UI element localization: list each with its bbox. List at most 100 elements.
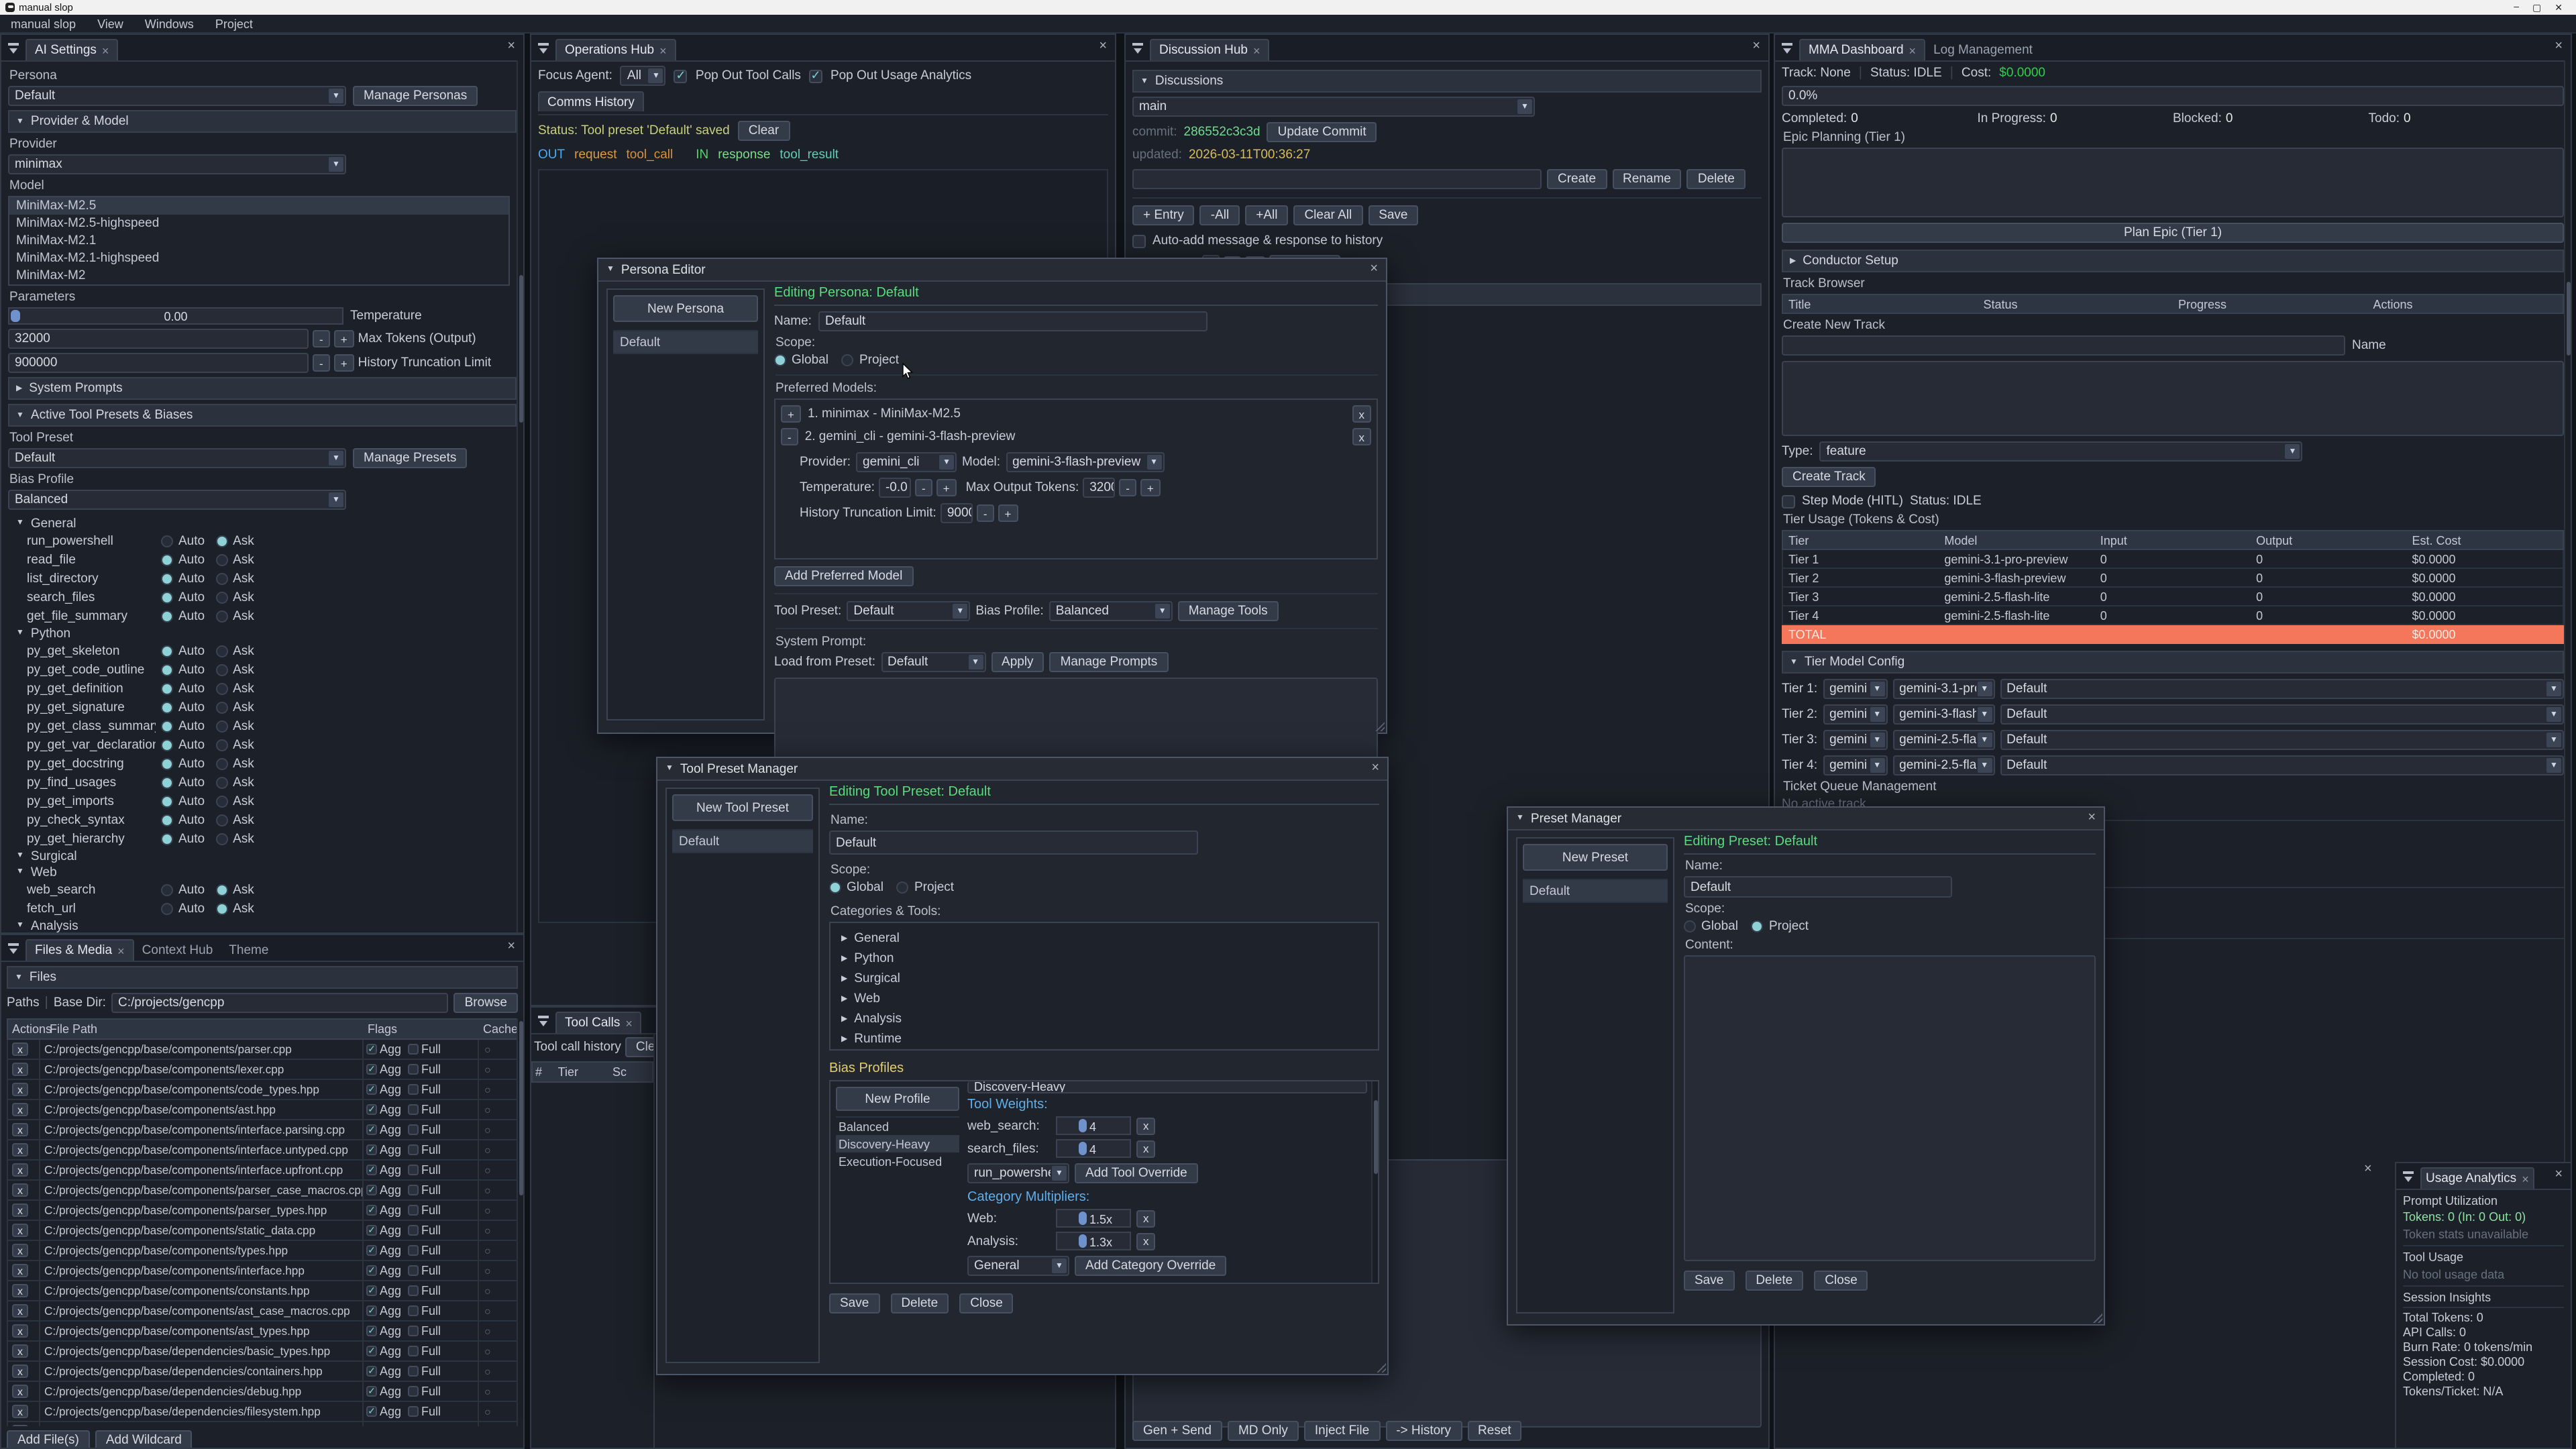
tab-theme[interactable]: Theme <box>221 941 276 961</box>
model-list-item[interactable]: MiniMax-M2.5-highspeed <box>9 215 508 232</box>
tab-close-icon[interactable]: × <box>659 44 667 57</box>
remove-file-button[interactable]: x <box>12 1324 28 1338</box>
ask-radio[interactable] <box>215 591 227 603</box>
auto-radio[interactable] <box>161 572 173 584</box>
discussion-name-input[interactable] <box>1132 169 1542 189</box>
load-preset-select[interactable]: Default ▼ <box>881 652 985 672</box>
full-checkbox[interactable]: ✓ <box>408 1185 419 1195</box>
panel-menu-icon[interactable] <box>2402 1170 2416 1185</box>
panel-menu-icon[interactable] <box>7 942 21 957</box>
entry-button--all[interactable]: -All <box>1200 205 1240 225</box>
full-checkbox[interactable]: ✓ <box>408 1225 419 1236</box>
max-tokens-input[interactable]: 32000 <box>8 329 309 349</box>
persona-select[interactable]: Default ▼ <box>8 86 346 106</box>
model-move-down-button[interactable]: - <box>781 428 798 445</box>
window-maximize-icon[interactable]: ▢ <box>2532 2 2541 13</box>
hidden-panel-close-icon[interactable]: × <box>2364 1162 2372 1177</box>
profile-list-item[interactable]: Balanced <box>836 1118 959 1135</box>
agg-checkbox[interactable]: ✓ <box>366 1225 377 1236</box>
profile-list-item[interactable]: Execution-Focused <box>836 1152 959 1170</box>
auto-radio[interactable] <box>161 883 173 896</box>
remove-model-2-button[interactable]: x <box>1352 428 1372 445</box>
plan-epic-button[interactable]: Plan Epic (Tier 1) <box>1782 223 2564 243</box>
agg-checkbox[interactable]: ✓ <box>366 1124 377 1135</box>
remove-file-button[interactable]: x <box>12 1284 28 1297</box>
agg-checkbox[interactable]: ✓ <box>366 1265 377 1276</box>
panel-close-icon[interactable]: × <box>1099 40 1107 54</box>
entry-button--entry[interactable]: + Entry <box>1132 205 1195 225</box>
history-limit-decrement-button[interactable]: - <box>313 354 330 372</box>
tier-provider-select[interactable]: gemini▼ <box>1823 730 1887 750</box>
auto-radio[interactable] <box>161 535 173 547</box>
scope-global-radio[interactable] <box>774 354 786 366</box>
agg-checkbox[interactable]: ✓ <box>366 1326 377 1336</box>
tier-model-select[interactable]: gemini-3-flash-preview▼ <box>1892 704 1994 724</box>
focus-agent-select[interactable]: All ▼ <box>621 66 666 86</box>
resize-grip[interactable] <box>1377 1363 1386 1373</box>
ask-radio[interactable] <box>215 610 227 622</box>
tpm-delete-button[interactable]: Delete <box>890 1293 949 1313</box>
pe-temp-inc[interactable]: + <box>936 479 957 496</box>
provider-select[interactable]: minimax ▼ <box>8 154 346 174</box>
manage-tools-button[interactable]: Manage Tools <box>1178 601 1279 621</box>
panel-close-icon[interactable]: × <box>507 40 515 54</box>
tab-close-icon[interactable]: × <box>1253 44 1260 57</box>
new-persona-button[interactable]: New Persona <box>613 295 758 322</box>
pm-save-button[interactable]: Save <box>1684 1271 1734 1291</box>
remove-file-button[interactable]: x <box>12 1183 28 1197</box>
popout-usage-checkbox[interactable]: ✓ <box>809 69 822 83</box>
full-checkbox[interactable]: ✓ <box>408 1285 419 1296</box>
tier-preset-select[interactable]: Default▼ <box>2000 704 2564 724</box>
popout-tool-calls-checkbox[interactable]: ✓ <box>674 69 688 83</box>
pe-tool-preset-select[interactable]: Default ▼ <box>847 601 970 621</box>
auto-radio[interactable] <box>161 591 173 603</box>
agg-checkbox[interactable]: ✓ <box>366 1245 377 1256</box>
tpm-scope-global-radio[interactable] <box>829 881 841 894</box>
max-tokens-increment-button[interactable]: + <box>334 330 354 347</box>
model-list-item[interactable]: MiniMax-M2 <box>9 267 508 284</box>
pe-provider-select[interactable]: gemini_cli ▼ <box>856 452 957 472</box>
pm-content-textarea[interactable] <box>1684 955 2096 1261</box>
pm-scope-global-radio[interactable] <box>1684 920 1696 932</box>
tool-preset-list-item[interactable]: Default <box>672 829 813 853</box>
clear-tool-calls-button[interactable]: Clear <box>625 1037 655 1057</box>
entry-button--all[interactable]: +All <box>1245 205 1288 225</box>
remove-file-button[interactable]: x <box>12 1103 28 1116</box>
system-prompt-textarea[interactable] <box>774 678 1378 761</box>
pe-max-tokens-dec[interactable]: - <box>1119 479 1136 496</box>
message-button-inject-file[interactable]: Inject File <box>1304 1421 1380 1441</box>
tab-context-hub[interactable]: Context Hub <box>134 941 221 961</box>
full-checkbox[interactable]: ✓ <box>408 1386 419 1397</box>
profile-list-item[interactable]: Discovery-Heavy <box>836 1135 959 1152</box>
conductor-setup-header[interactable]: ▶ Conductor Setup <box>1782 250 2564 272</box>
ask-radio[interactable] <box>215 795 227 807</box>
resize-grip[interactable] <box>1375 722 1385 731</box>
agg-checkbox[interactable]: ✓ <box>366 1084 377 1095</box>
auto-radio[interactable] <box>161 757 173 769</box>
window-minimize-icon[interactable]: – <box>2514 2 2519 13</box>
remove-model-1-button[interactable]: x <box>1352 405 1372 423</box>
apply-prompt-button[interactable]: Apply <box>991 652 1044 672</box>
os-titlebar[interactable]: manual slop – ▢ ✕ <box>0 0 2576 15</box>
tier-model-select[interactable]: gemini-2.5-flash-lite▼ <box>1892 755 1994 775</box>
panel-menu-icon[interactable] <box>7 42 21 56</box>
ask-radio[interactable] <box>215 663 227 676</box>
full-checkbox[interactable]: ✓ <box>408 1205 419 1216</box>
tpm-titlebar[interactable]: ▼ Tool Preset Manager × <box>657 758 1387 781</box>
remove-file-button[interactable]: x <box>12 1344 28 1358</box>
tab-ai-settings[interactable]: AI Settings × <box>25 39 118 60</box>
agg-checkbox[interactable]: ✓ <box>366 1044 377 1055</box>
category-row-analysis[interactable]: ▶Analysis <box>841 1009 1367 1029</box>
ask-radio[interactable] <box>215 701 227 713</box>
tier-model-select[interactable]: gemini-3.1-pro-preview▼ <box>1892 679 1994 699</box>
add-category-override-button[interactable]: Add Category Override <box>1075 1256 1226 1276</box>
tab-close-icon[interactable]: × <box>2522 1172 2529 1185</box>
remove-file-button[interactable]: x <box>12 1163 28 1177</box>
remove-weight-button[interactable]: x <box>1136 1117 1156 1134</box>
pe-max-tokens-inc[interactable]: + <box>1140 479 1161 496</box>
new-profile-button[interactable]: New Profile <box>836 1087 959 1111</box>
new-tool-preset-button[interactable]: New Tool Preset <box>672 794 813 821</box>
ask-radio[interactable] <box>215 720 227 732</box>
persona-editor-titlebar[interactable]: ▼ Persona Editor × <box>598 259 1386 282</box>
pe-model-select[interactable]: gemini-3-flash-preview ▼ <box>1006 452 1164 472</box>
